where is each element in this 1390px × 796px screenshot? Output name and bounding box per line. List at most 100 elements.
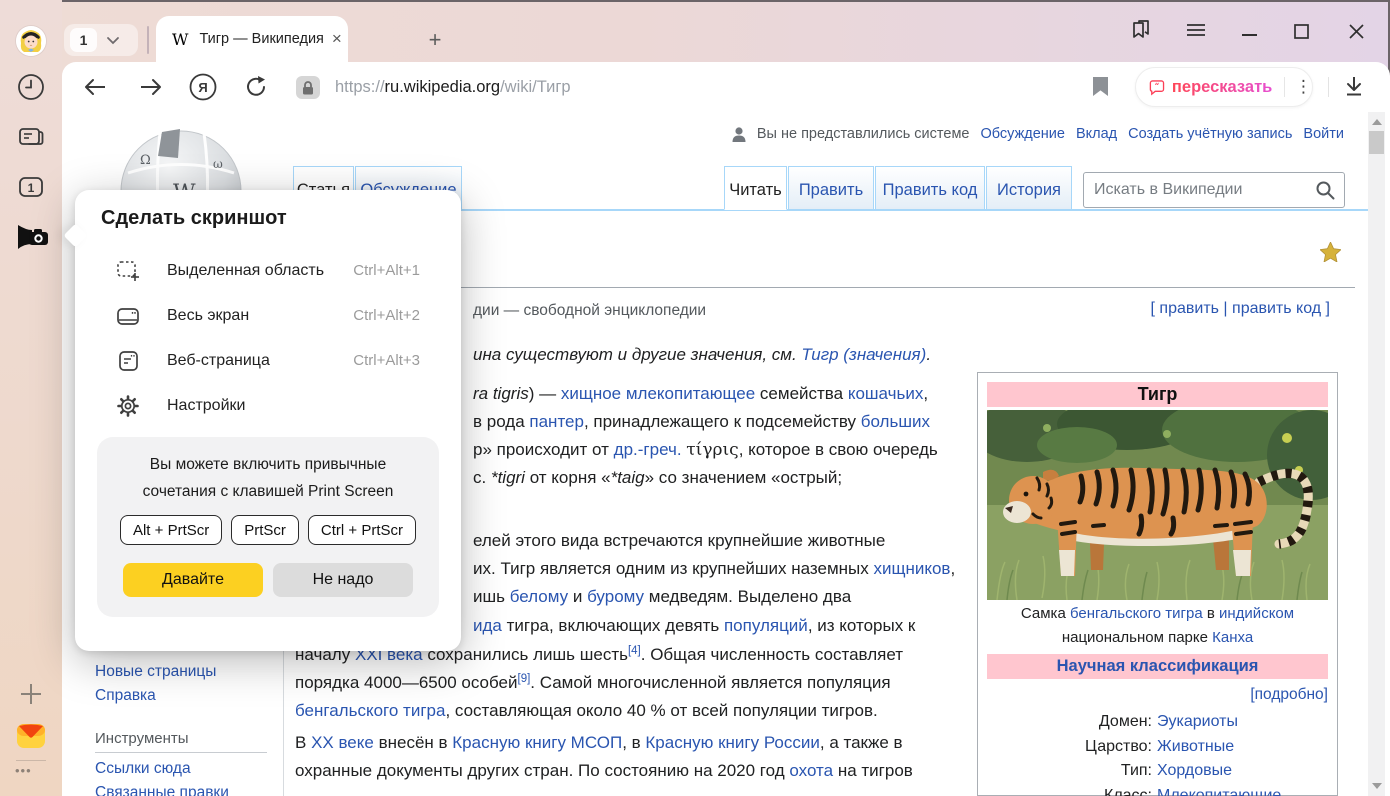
chevron-down-icon[interactable] (106, 36, 120, 45)
popup-title: Сделать скриншот (101, 207, 287, 230)
decline-button[interactable]: Не надо (273, 563, 413, 597)
menu-item-shortcut: Ctrl+Alt+1 (353, 262, 420, 279)
article-line: с. *tigri от корня «*taig» со значением … (473, 468, 842, 488)
article-line: ишь белому и бурому медведям. Выделено д… (473, 587, 851, 607)
row-value-link[interactable]: Эукариоты (1157, 710, 1238, 735)
menu-item-label: Настройки (167, 397, 420, 415)
browser-window: 1 W Тигр — Википедия × + (0, 0, 1390, 796)
tab-edit[interactable]: Править (788, 166, 874, 210)
menu-item-label: Весь экран (167, 307, 353, 325)
row-label: Царство: (987, 735, 1157, 760)
tab-edit-source[interactable]: Править код (875, 166, 985, 210)
page-scrollbar[interactable] (1368, 112, 1385, 796)
retell-overflow-icon[interactable]: ⋮ (1295, 77, 1312, 97)
scroll-up-arrow[interactable] (1372, 119, 1382, 125)
classification-row: Тип: Хордовые (987, 759, 1328, 784)
row-value-link[interactable]: Хордовые (1157, 759, 1232, 784)
maximize-button[interactable] (1294, 24, 1309, 39)
classification-row: Класс: Млекопитающие (987, 784, 1328, 796)
menu-item-selected-area[interactable]: Выделенная область Ctrl+Alt+1 (75, 248, 461, 293)
scientific-classification-header[interactable]: Научная классификация (987, 654, 1328, 679)
tab-group-pill[interactable]: 1 (64, 24, 138, 56)
row-value-link[interactable]: Млекопитающие (1157, 784, 1281, 796)
lock-icon (302, 81, 314, 95)
menu-item-settings[interactable]: Настройки (75, 383, 461, 428)
minimize-button[interactable] (1242, 33, 1258, 37)
details-link[interactable]: [подробно] (987, 686, 1328, 704)
row-value-link[interactable]: Животные (1157, 735, 1234, 760)
full-screen-icon (116, 304, 140, 328)
article-line: В XX веке внесён в Красную книгу МСОП, в… (295, 733, 903, 753)
close-window-button[interactable] (1349, 24, 1364, 39)
article-line: ra tigris) — хищное млекопитающее семейс… (473, 384, 928, 404)
svg-text:1: 1 (28, 181, 35, 195)
url-path: /wiki/Тигр (500, 78, 570, 96)
svg-text:ω: ω (213, 157, 223, 171)
yandex-mail-button[interactable] (16, 722, 44, 750)
tab-count-badge[interactable]: 1 (70, 28, 97, 52)
sidebar-link-new-pages[interactable]: Новые страницы (95, 663, 216, 681)
link-discussion[interactable]: Обсуждение (980, 126, 1064, 142)
search-input[interactable] (1084, 181, 1315, 199)
tiger-photo[interactable] (987, 410, 1328, 600)
shortcut-chips: Alt + PrtScr PrtScr Ctrl + PrtScr (97, 515, 439, 545)
link-create-account[interactable]: Создать учётную запись (1128, 126, 1292, 142)
scrollbar-thumb[interactable] (1369, 131, 1384, 154)
bookmark-icon (1092, 76, 1109, 97)
link-login[interactable]: Войти (1303, 126, 1344, 142)
search-icon[interactable] (1315, 180, 1335, 200)
taxobox-title: Тигр (987, 382, 1328, 407)
side-panel-toggle-button[interactable] (1130, 18, 1152, 40)
sidebar-more-button[interactable]: ••• (15, 763, 32, 778)
link-contributions[interactable]: Вклад (1076, 126, 1117, 142)
tabs-panel-button[interactable]: 1 (17, 173, 45, 201)
maximize-icon (1294, 24, 1309, 39)
wikipedia-favicon: W (172, 30, 188, 49)
menu-item-full-screen[interactable]: Весь экран Ctrl+Alt+2 (75, 293, 461, 338)
reload-button[interactable] (245, 75, 269, 99)
taxobox: Тигр (977, 372, 1338, 796)
tab-close-icon[interactable]: × (332, 29, 342, 49)
section-edit-links[interactable]: [ править | править код ] (1151, 300, 1330, 318)
featured-article-star[interactable] (1320, 242, 1341, 262)
retell-label: пересказать (1172, 78, 1272, 97)
menu-item-label: Веб-страница (167, 352, 353, 370)
wiki-search-box[interactable] (1083, 172, 1345, 208)
close-icon (1349, 24, 1364, 39)
sidebar-add-button[interactable] (17, 680, 45, 708)
browser-menu-button[interactable] (1186, 23, 1206, 37)
menu-item-web-page[interactable]: Веб-страница Ctrl+Alt+3 (75, 338, 461, 383)
address-bar[interactable]: https://ru.wikipedia.org/wiki/Тигр (335, 78, 571, 97)
tab-history[interactable]: История (986, 166, 1072, 210)
hamburger-menu-icon (1186, 23, 1206, 37)
area-selection-icon (116, 259, 140, 283)
bookmark-page-button[interactable] (1092, 76, 1109, 97)
yandex-search-button[interactable]: Я (189, 73, 217, 101)
downloads-button[interactable] (1344, 76, 1364, 97)
scroll-down-arrow[interactable] (1372, 783, 1382, 789)
sidebar-link-related-changes[interactable]: Связанные правки (95, 784, 229, 796)
forward-button[interactable] (139, 78, 162, 96)
tab-read[interactable]: Читать (724, 166, 787, 210)
accept-button[interactable]: Давайте (123, 563, 263, 597)
back-button[interactable] (84, 78, 107, 96)
menu-item-shortcut: Ctrl+Alt+3 (353, 352, 420, 369)
chip-prtscr: PrtScr (231, 515, 299, 545)
new-tab-button[interactable]: + (424, 30, 446, 52)
url-host: ru.wikipedia.org (385, 78, 501, 96)
arrow-right-icon (139, 78, 162, 96)
sidebar-link-what-links-here[interactable]: Ссылки сюда (95, 760, 191, 778)
sidebar-link-help[interactable]: Справка (95, 687, 156, 705)
collections-button[interactable] (17, 123, 45, 151)
active-browser-tab[interactable]: W Тигр — Википедия × (156, 16, 348, 62)
avatar-girl-icon (16, 26, 46, 56)
screenshot-tool-button[interactable] (17, 222, 45, 250)
tabstrip-divider (147, 26, 149, 54)
article-line: р» происходит от др.-греч. τίγρις, котор… (473, 440, 938, 460)
site-security-badge[interactable] (296, 76, 320, 99)
hint-line2: сочетания с клавишей Print Screen (97, 483, 439, 501)
retell-button[interactable]: “ пересказать ⋮ (1135, 67, 1313, 107)
profile-avatar[interactable] (16, 26, 46, 56)
web-page-icon (116, 349, 140, 373)
history-button[interactable] (17, 73, 45, 101)
